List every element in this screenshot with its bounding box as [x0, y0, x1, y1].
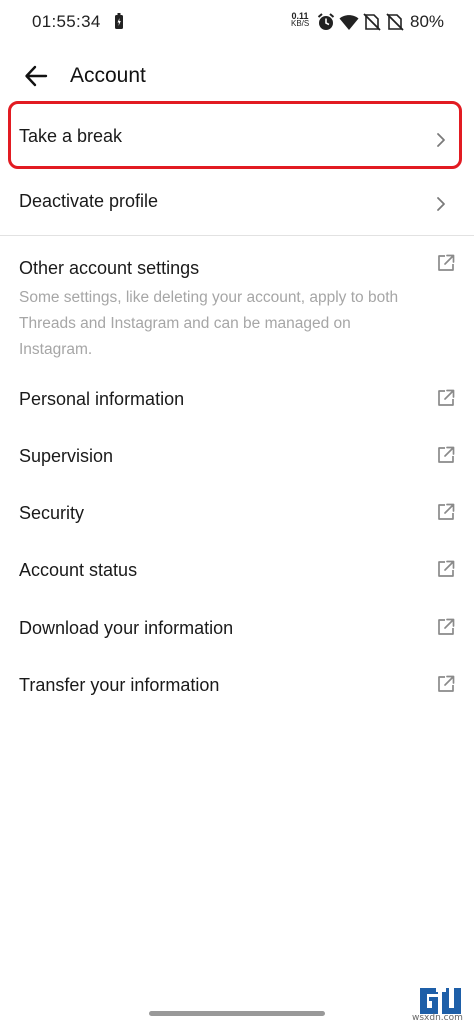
chevron-right-icon: [437, 197, 445, 211]
account-status-item[interactable]: Account status: [0, 541, 474, 598]
chevron-right-icon: [437, 133, 445, 147]
take-a-break-label: Take a break: [19, 126, 123, 146]
section-divider: [0, 235, 474, 236]
external-link-icon: [438, 618, 455, 635]
external-link-icon: [438, 675, 455, 692]
network-speed-unit: KB/S: [291, 19, 310, 28]
transfer-information-label: Transfer your information: [19, 675, 220, 695]
battery-percentage: 80%: [410, 12, 445, 31]
deactivate-profile-item[interactable]: Deactivate profile: [0, 172, 474, 232]
external-link-icon: [438, 389, 455, 406]
app-header: Account: [0, 55, 474, 97]
account-status-label: Account status: [19, 560, 138, 580]
download-information-item[interactable]: Download your information: [0, 598, 474, 655]
status-bar: 01:55:34 0.11 KB/S 80%: [0, 0, 474, 44]
network-speed: 0.11 KB/S: [291, 12, 309, 28]
other-account-settings-label: Other account settings: [19, 258, 200, 278]
page-title: Account: [70, 64, 146, 87]
alarm-icon: [317, 13, 335, 30]
battery-saver-icon: [115, 13, 123, 29]
wifi-icon: [339, 15, 359, 30]
status-time: 01:55:34: [32, 12, 101, 31]
back-arrow-icon: [25, 65, 48, 87]
take-a-break-item[interactable]: Take a break: [0, 104, 474, 166]
security-label: Security: [19, 503, 85, 523]
personal-information-label: Personal information: [19, 389, 185, 409]
no-sim-icon: [386, 13, 404, 31]
personal-information-item[interactable]: Personal information: [0, 370, 474, 427]
back-button[interactable]: [20, 61, 52, 91]
supervision-label: Supervision: [19, 446, 114, 466]
security-item[interactable]: Security: [0, 484, 474, 541]
external-link-icon: [438, 560, 455, 577]
transfer-information-item[interactable]: Transfer your information: [0, 655, 474, 712]
no-sim-icon: [363, 13, 381, 31]
supervision-item[interactable]: Supervision: [0, 427, 474, 484]
external-link-icon: [438, 503, 455, 520]
other-account-settings-description: Some settings, like deleting your accoun…: [19, 289, 399, 358]
watermark-text: wsxdn.com: [412, 1013, 463, 1023]
deactivate-profile-label: Deactivate profile: [19, 191, 159, 211]
external-link-icon: [438, 254, 455, 271]
home-indicator[interactable]: [149, 1011, 325, 1016]
external-link-icon: [438, 446, 455, 463]
download-information-label: Download your information: [19, 618, 234, 638]
